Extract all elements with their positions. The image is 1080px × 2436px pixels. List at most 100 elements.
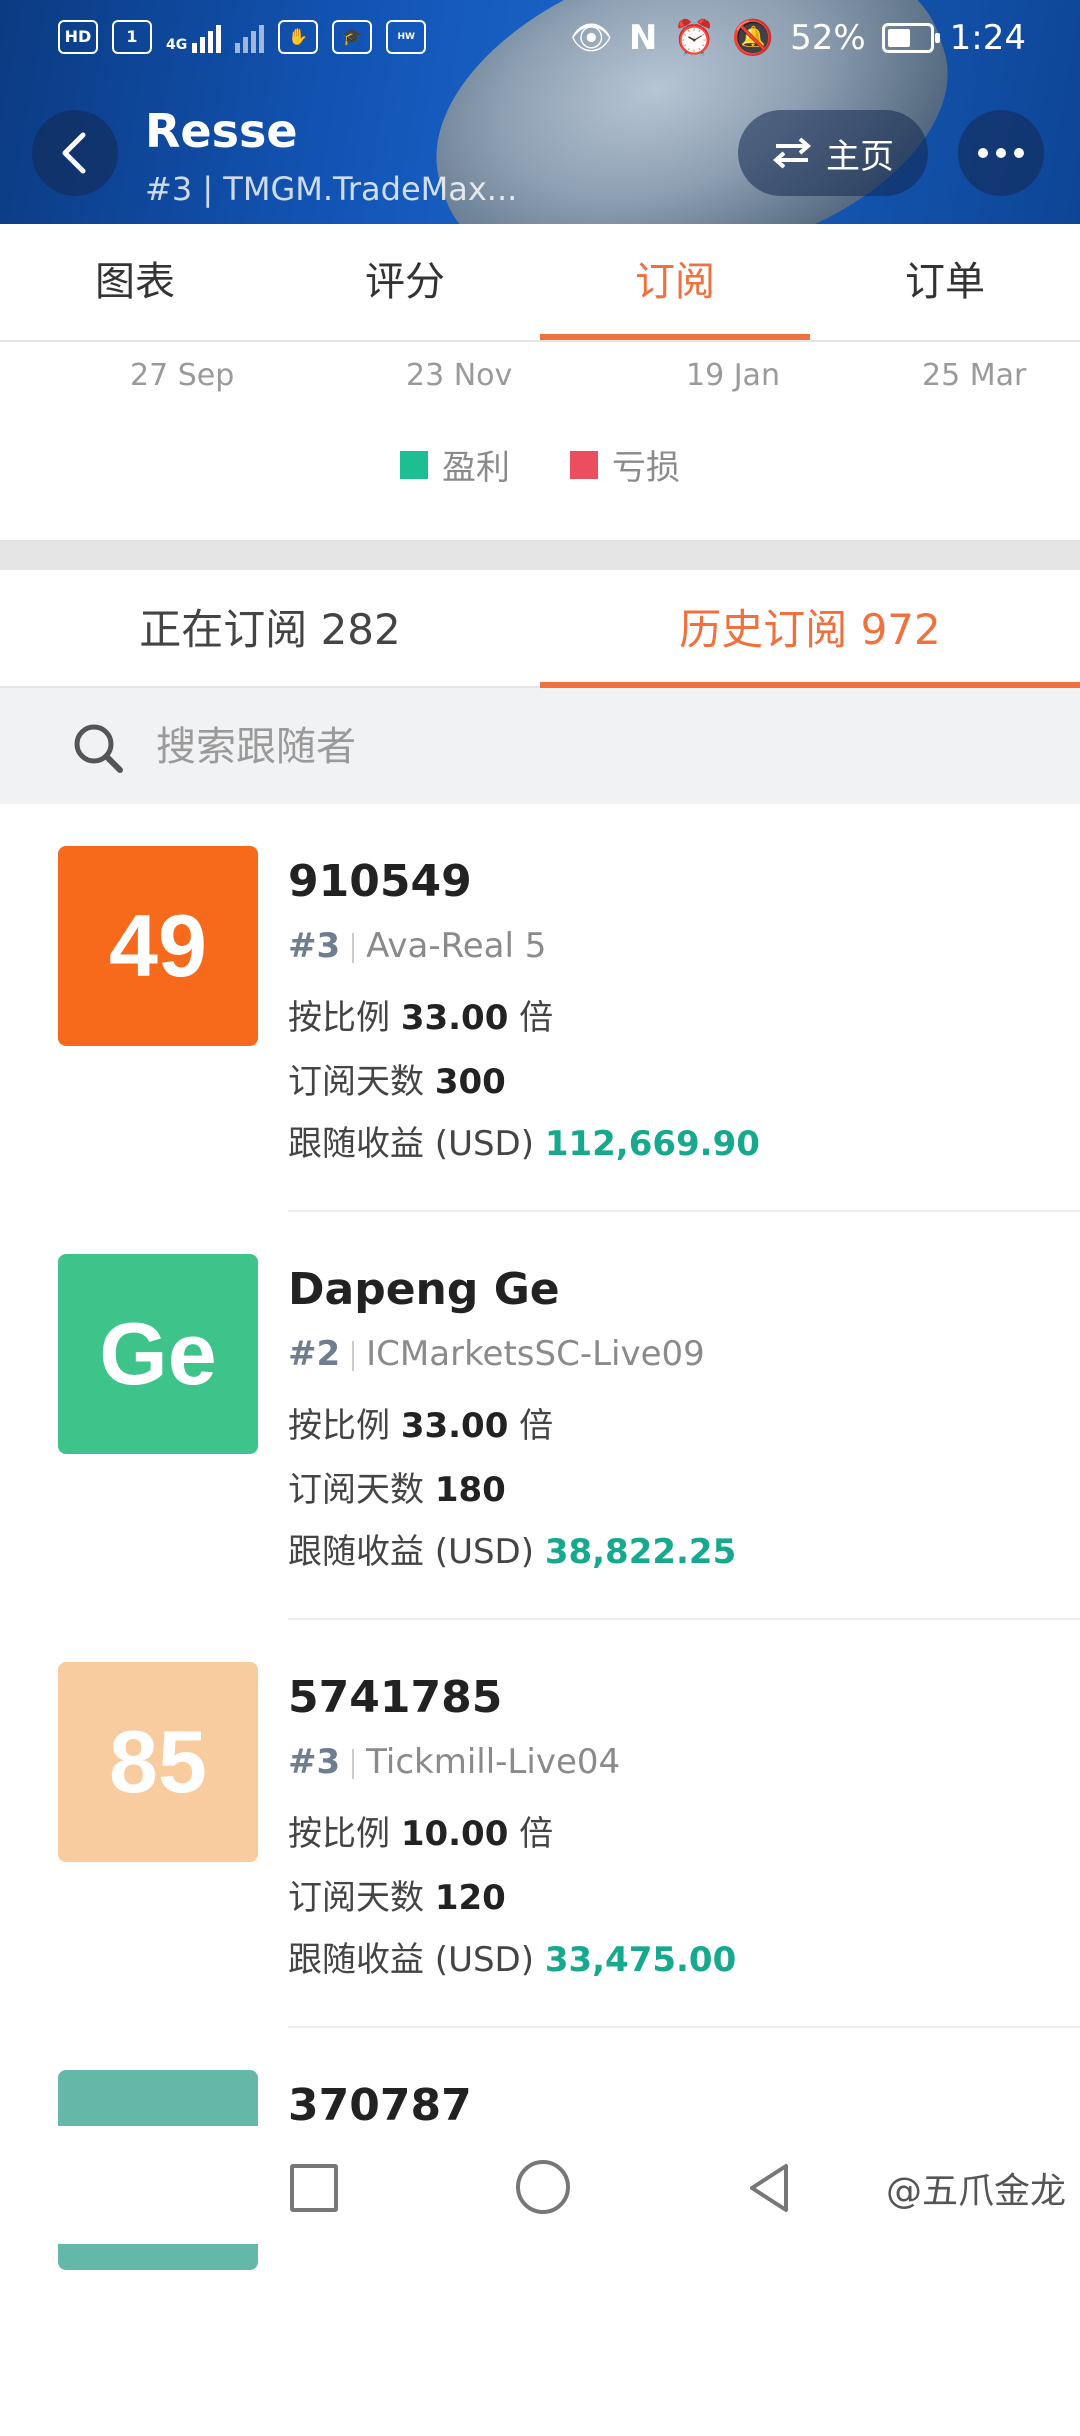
home-nav-button[interactable] xyxy=(516,2160,570,2214)
search-bar xyxy=(0,688,1080,804)
ratio-value: 33.00 xyxy=(400,998,509,1038)
rank-badge: #3 xyxy=(288,1742,341,1782)
ratio-unit: 倍 xyxy=(519,1814,554,1854)
ratio-value: 33.00 xyxy=(400,1406,509,1446)
watermark: @五爪金龙 xyxy=(885,2171,1066,2212)
ratio-line: 按比例 33.00 倍 xyxy=(288,990,553,1039)
more-menu-button[interactable] xyxy=(958,110,1044,196)
more-dots-icon xyxy=(978,148,988,158)
eye-icon: 👁 xyxy=(569,18,613,58)
chart-legend: 盈利 亏损 xyxy=(0,440,1080,489)
x-tick-label: 25 Mar xyxy=(922,358,1027,393)
legend-swatch-loss xyxy=(570,450,598,479)
ratio-label: 按比例 xyxy=(288,998,390,1038)
profit-value: 38,822.25 xyxy=(544,1532,737,1572)
graduation-icon: 🎓 xyxy=(332,20,373,54)
tab-orders[interactable]: 订单 xyxy=(810,224,1080,340)
legend-label: 盈利 xyxy=(442,448,510,488)
subscription-tab-bar: 正在订阅 282 历史订阅 972 xyxy=(0,570,1080,688)
top-tab-bar: 图表 评分 订阅 订单 xyxy=(0,224,1080,342)
list-item[interactable]: Ge Dapeng Ge #2 ICMarketsSC-Live09 按比例 33… xyxy=(0,1212,1080,1620)
signal-icon xyxy=(235,21,265,53)
legend-loss[interactable]: 亏损 xyxy=(570,440,680,489)
back-nav-button[interactable] xyxy=(740,2158,800,2218)
days-label: 订阅天数 xyxy=(288,1062,424,1102)
ratio-label: 按比例 xyxy=(288,1406,390,1446)
follower-name: 910549 xyxy=(288,856,472,907)
profit-label: 跟随收益 (USD) xyxy=(288,1532,534,1572)
profit-label: 跟随收益 (USD) xyxy=(288,1124,534,1164)
days-line: 订阅天数 180 xyxy=(288,1462,506,1511)
home-button-label: 主页 xyxy=(826,136,894,177)
days-value: 300 xyxy=(434,1062,506,1102)
legend-profit[interactable]: 盈利 xyxy=(400,440,510,489)
sim-icon: 1 xyxy=(112,20,152,54)
tab-history-subscriptions[interactable]: 历史订阅 972 xyxy=(540,570,1080,688)
search-input[interactable] xyxy=(154,714,1038,780)
follower-name: Dapeng Ge xyxy=(288,1264,560,1315)
signal-4g-icon: 4G xyxy=(166,21,222,53)
days-value: 180 xyxy=(434,1470,506,1510)
huawei-icon: HW xyxy=(386,20,427,54)
rank-badge: #2 xyxy=(288,1334,341,1374)
server-name: Tickmill-Live04 xyxy=(366,1742,621,1782)
list-item[interactable]: 49 910549 #3 Ava-Real 5 按比例 33.00 倍 订阅天数 … xyxy=(0,804,1080,1212)
ratio-label: 按比例 xyxy=(288,1814,390,1854)
switch-icon xyxy=(772,137,812,169)
profit-value: 112,669.90 xyxy=(544,1124,760,1164)
follower-rank: #3 Tickmill-Live04 xyxy=(288,1742,620,1782)
battery-icon xyxy=(881,23,940,53)
list-item[interactable]: 85 5741785 #3 Tickmill-Live04 按比例 10.00 倍… xyxy=(0,1620,1080,2028)
x-tick-label: 27 Sep xyxy=(130,358,235,393)
avatar: Ge xyxy=(58,1254,258,1454)
trader-name: Resse xyxy=(145,104,298,158)
days-label: 订阅天数 xyxy=(288,1470,424,1510)
mute-icon: 🔕 xyxy=(731,18,775,58)
days-label: 订阅天数 xyxy=(288,1878,424,1918)
rank-badge: #3 xyxy=(288,926,341,966)
ratio-value: 10.00 xyxy=(400,1814,509,1854)
recent-apps-button[interactable] xyxy=(290,2164,338,2212)
ratio-unit: 倍 xyxy=(519,998,554,1038)
follower-name: 370787 xyxy=(288,2080,472,2131)
x-tick-label: 23 Nov xyxy=(406,358,513,393)
follower-rank: #2 ICMarketsSC-Live09 xyxy=(288,1334,705,1374)
avatar: 85 xyxy=(58,1662,258,1862)
profit-line: 跟随收益 (USD) 33,475.00 xyxy=(288,1932,736,1981)
avatar: 49 xyxy=(58,846,258,1046)
chart-x-axis: 27 Sep 23 Nov 19 Jan 25 Mar xyxy=(0,352,1080,402)
profit-label: 跟随收益 (USD) xyxy=(288,1940,534,1980)
ratio-line: 按比例 10.00 倍 xyxy=(288,1806,553,1855)
follower-name: 5741785 xyxy=(288,1672,503,1723)
days-value: 120 xyxy=(434,1878,506,1918)
follower-rank: #3 Ava-Real 5 xyxy=(288,926,546,966)
server-name: ICMarketsSC-Live09 xyxy=(366,1334,705,1374)
profit-line: 跟随收益 (USD) 38,822.25 xyxy=(288,1524,736,1573)
clock: 1:24 xyxy=(949,18,1026,58)
tab-chart[interactable]: 图表 xyxy=(0,224,270,340)
header: HD 1 4G ✋ 🎓 HW 👁 N ⏰ 🔕 52% 1:24 Resse #3… xyxy=(0,0,1080,224)
home-button[interactable]: 主页 xyxy=(738,110,928,196)
ratio-unit: 倍 xyxy=(519,1406,554,1446)
system-nav-bar: @五爪金龙 xyxy=(0,2126,1080,2244)
profit-line: 跟随收益 (USD) 112,669.90 xyxy=(288,1116,760,1165)
days-line: 订阅天数 300 xyxy=(288,1054,506,1103)
back-button[interactable] xyxy=(32,110,118,196)
legend-swatch-profit xyxy=(400,450,428,479)
profit-value: 33,475.00 xyxy=(544,1940,737,1980)
x-tick-label: 19 Jan xyxy=(686,358,780,393)
tab-subscription[interactable]: 订阅 xyxy=(540,224,810,340)
tab-rating[interactable]: 评分 xyxy=(270,224,540,340)
legend-label: 亏损 xyxy=(612,448,680,488)
server-name: Ava-Real 5 xyxy=(366,926,547,966)
days-line: 订阅天数 120 xyxy=(288,1870,506,1919)
hand-icon: ✋ xyxy=(278,20,319,54)
battery-percent: 52% xyxy=(790,18,866,58)
hd-icon: HD xyxy=(58,20,98,54)
tab-current-subscriptions[interactable]: 正在订阅 282 xyxy=(0,570,540,686)
trader-subtitle: #3 | TMGM.TradeMax... xyxy=(145,170,518,208)
alarm-icon: ⏰ xyxy=(673,18,716,58)
section-divider xyxy=(0,540,1080,570)
search-icon xyxy=(74,724,123,773)
status-bar: HD 1 4G ✋ 🎓 HW 👁 N ⏰ 🔕 52% 1:24 xyxy=(0,0,1080,80)
